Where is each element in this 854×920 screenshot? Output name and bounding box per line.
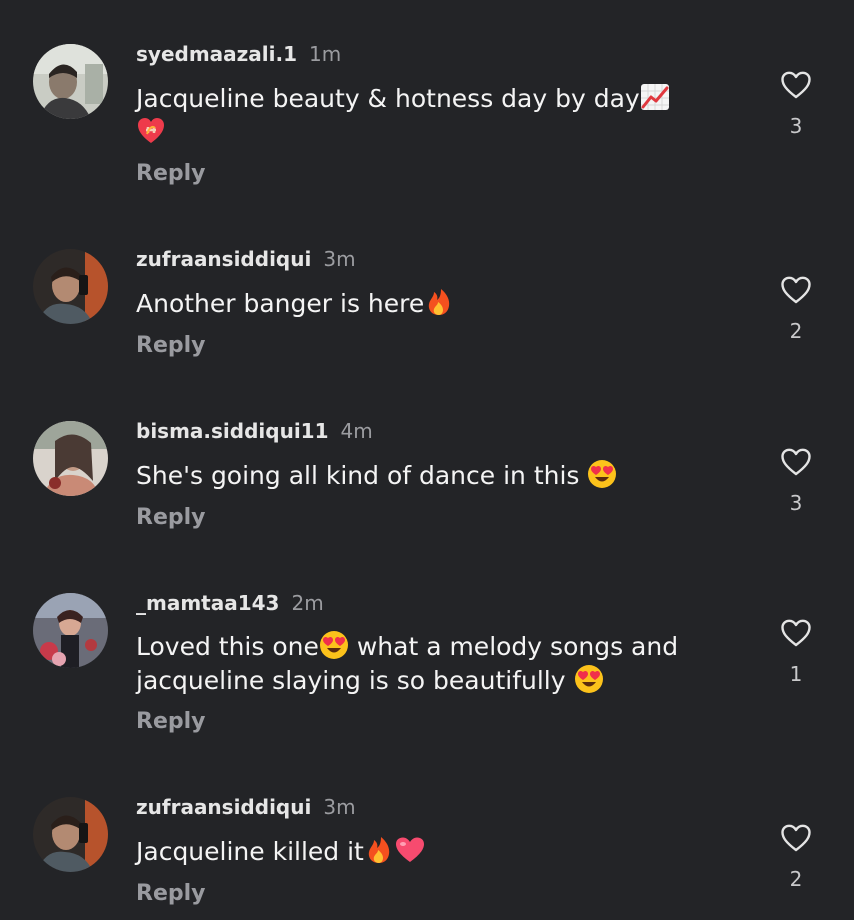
avatar[interactable] xyxy=(33,797,108,872)
like-button[interactable]: 2 xyxy=(770,823,822,891)
like-count: 2 xyxy=(789,867,803,891)
comment-text: Jacqueline killed it xyxy=(136,835,736,869)
reply-button[interactable]: Reply xyxy=(136,881,206,906)
pink-heart-emoji xyxy=(394,835,424,865)
comment-item: zufraansiddiqui 3m Jacqueline killed it R… xyxy=(0,0,854,920)
fire-emoji xyxy=(364,835,394,865)
comment-username[interactable]: zufraansiddiqui xyxy=(136,795,311,819)
comment-timestamp: 3m xyxy=(323,795,356,819)
heart-outline-icon xyxy=(770,823,822,853)
comment-text-content: Jacqueline killed it xyxy=(136,837,364,866)
